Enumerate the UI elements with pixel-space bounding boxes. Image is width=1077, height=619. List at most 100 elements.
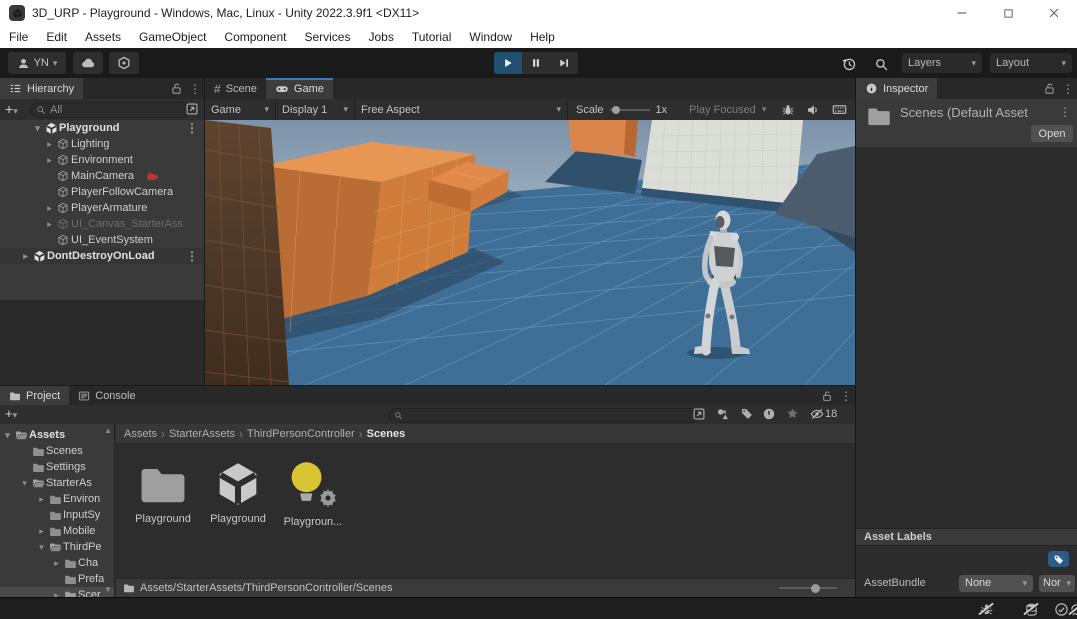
display-dropdown[interactable]: Display 1▾	[276, 99, 354, 120]
expander-icon[interactable]: ▸	[44, 219, 55, 230]
menu-tutorial[interactable]: Tutorial	[403, 30, 461, 44]
hierarchy-item-maincamera[interactable]: MainCamera	[0, 168, 204, 184]
cache-server-disconnected-icon[interactable]	[1023, 601, 1040, 618]
lock-icon[interactable]	[1039, 78, 1059, 99]
hierarchy-menu-button[interactable]: ⋮	[186, 78, 204, 99]
tab-console[interactable]: Console	[69, 386, 144, 405]
expander-icon[interactable]: ▸	[20, 251, 31, 262]
tree-item-thirdperson[interactable]: ▾ ThirdPe	[0, 539, 114, 555]
asset-labels-header[interactable]: Asset Labels	[856, 528, 1077, 546]
hierarchy-item-playerarmature[interactable]: ▸ PlayerArmature	[0, 200, 204, 216]
hierarchy-item-environment[interactable]: ▸ Environment	[0, 152, 204, 168]
hierarchy-item-uieventsystem[interactable]: UI_EventSystem	[0, 232, 204, 248]
project-menu-button[interactable]: ⋮	[837, 386, 855, 405]
search-by-type-icon[interactable]	[716, 407, 730, 421]
assetbundle-variant-dropdown[interactable]: Nor ▾	[1039, 575, 1075, 592]
hub-button[interactable]	[109, 52, 139, 74]
expander-icon[interactable]: ▾	[2, 430, 13, 441]
breadcrumb-starterassets[interactable]: StarterAssets	[169, 428, 235, 440]
lock-icon[interactable]	[817, 386, 837, 405]
expander-icon[interactable]: ▾	[19, 478, 30, 489]
pause-button[interactable]	[522, 52, 550, 74]
tab-inspector[interactable]: Inspector	[856, 78, 937, 99]
keyboard-icon[interactable]	[826, 102, 852, 117]
create-object-button[interactable]: +▾	[5, 101, 18, 117]
asset-playground-folder[interactable]: Playground	[130, 458, 196, 525]
hierarchy-item-playground[interactable]: ▾ Playground ⋮	[0, 120, 204, 136]
scrollbar-down-icon[interactable]: ▼	[104, 585, 112, 594]
expander-icon[interactable]: ▸	[44, 139, 55, 150]
asset-menu-button[interactable]: ⋮	[1059, 106, 1071, 118]
expander-icon[interactable]: ▸	[36, 526, 47, 537]
expander-icon[interactable]: ▾	[36, 542, 47, 553]
scene-menu-button[interactable]: ⋮	[186, 250, 198, 262]
tree-item-mobile[interactable]: ▸ Mobile	[0, 523, 114, 539]
tree-item-environment[interactable]: ▸ Environ	[0, 491, 114, 507]
tree-item-assets[interactable]: ▾ Assets	[0, 427, 114, 443]
lock-icon[interactable]	[166, 78, 186, 99]
tree-item-prefabs[interactable]: Prefa	[0, 571, 114, 587]
menu-edit[interactable]: Edit	[37, 30, 76, 44]
menu-help[interactable]: Help	[521, 30, 564, 44]
step-button[interactable]	[550, 52, 578, 74]
breadcrumb-scenes[interactable]: Scenes	[367, 428, 406, 440]
expander-icon[interactable]: ▸	[51, 558, 62, 569]
open-button[interactable]: Open	[1031, 125, 1073, 142]
hierarchy-item-playerfollowcamera[interactable]: PlayerFollowCamera	[0, 184, 204, 200]
aspect-dropdown[interactable]: Free Aspect▾	[355, 99, 567, 120]
account-button[interactable]: YN ▾	[8, 52, 66, 74]
thumbnail-size-knob[interactable]	[811, 584, 820, 593]
minimize-button[interactable]	[939, 0, 985, 26]
tree-item-scenes[interactable]: Scenes	[0, 443, 114, 459]
expander-icon[interactable]: ▸	[36, 494, 47, 505]
frame-debugger-icon[interactable]	[776, 103, 800, 117]
play-button[interactable]	[494, 52, 522, 74]
layers-dropdown[interactable]: Layers ▾	[902, 53, 982, 73]
scale-slider-knob[interactable]	[612, 106, 620, 114]
hierarchy-item-dontdestroyonload[interactable]: ▸ DontDestroyOnLoad ⋮	[0, 248, 204, 264]
hierarchy-item-lighting[interactable]: ▸ Lighting	[0, 136, 204, 152]
undo-history-button[interactable]	[840, 55, 858, 73]
menu-services[interactable]: Services	[295, 30, 359, 44]
cloud-button[interactable]	[73, 52, 103, 74]
asset-playground-lighting[interactable]: Playgroun...	[280, 458, 346, 528]
close-button[interactable]	[1031, 0, 1077, 26]
expander-icon[interactable]: ▸	[44, 155, 55, 166]
tree-item-inputsystem[interactable]: InputSy	[0, 507, 114, 523]
favorites-icon[interactable]	[786, 407, 799, 420]
assetbundle-dropdown[interactable]: None ▾	[959, 575, 1033, 592]
search-button[interactable]	[872, 55, 890, 73]
game-viewport[interactable]	[205, 120, 855, 385]
progress-ok-icon[interactable]	[1053, 601, 1070, 618]
expander-icon[interactable]: ▸	[44, 203, 55, 214]
menu-window[interactable]: Window	[460, 30, 521, 44]
game-mode-dropdown[interactable]: Game▾	[205, 99, 275, 120]
project-search-input[interactable]	[388, 408, 698, 423]
mute-audio-icon[interactable]	[800, 103, 826, 117]
open-search-window-icon[interactable]	[185, 102, 199, 116]
inspector-menu-button[interactable]: ⋮	[1059, 78, 1077, 99]
tab-project[interactable]: Project	[0, 386, 69, 405]
tab-hierarchy[interactable]: Hierarchy	[0, 78, 83, 99]
scale-slider[interactable]	[610, 109, 650, 111]
tree-item-settings[interactable]: Settings	[0, 459, 114, 475]
search-by-import-log-icon[interactable]	[762, 407, 776, 421]
search-by-label-icon[interactable]	[740, 407, 753, 420]
debugger-detached-icon[interactable]	[978, 601, 995, 618]
expander-icon[interactable]: ▾	[32, 123, 43, 134]
tab-scene[interactable]: # Scene	[205, 78, 266, 99]
menu-gameobject[interactable]: GameObject	[130, 30, 215, 44]
thumbnail-size-slider[interactable]	[779, 587, 837, 589]
breadcrumb-thirdpersoncontroller[interactable]: ThirdPersonController	[247, 428, 355, 440]
breadcrumb-assets[interactable]: Assets	[124, 428, 157, 440]
menu-jobs[interactable]: Jobs	[359, 30, 402, 44]
menu-assets[interactable]: Assets	[76, 30, 130, 44]
tree-item-starterassets[interactable]: ▾ StarterAs	[0, 475, 114, 491]
create-asset-button[interactable]: +▾	[5, 406, 17, 421]
scrollbar-up-icon[interactable]: ▲	[104, 426, 112, 435]
add-label-button[interactable]	[1048, 551, 1069, 567]
menu-component[interactable]: Component	[215, 30, 295, 44]
asset-playground-scene[interactable]: Playground	[205, 458, 271, 525]
tree-item-character[interactable]: ▸ Cha	[0, 555, 114, 571]
scene-menu-button[interactable]: ⋮	[186, 122, 198, 134]
